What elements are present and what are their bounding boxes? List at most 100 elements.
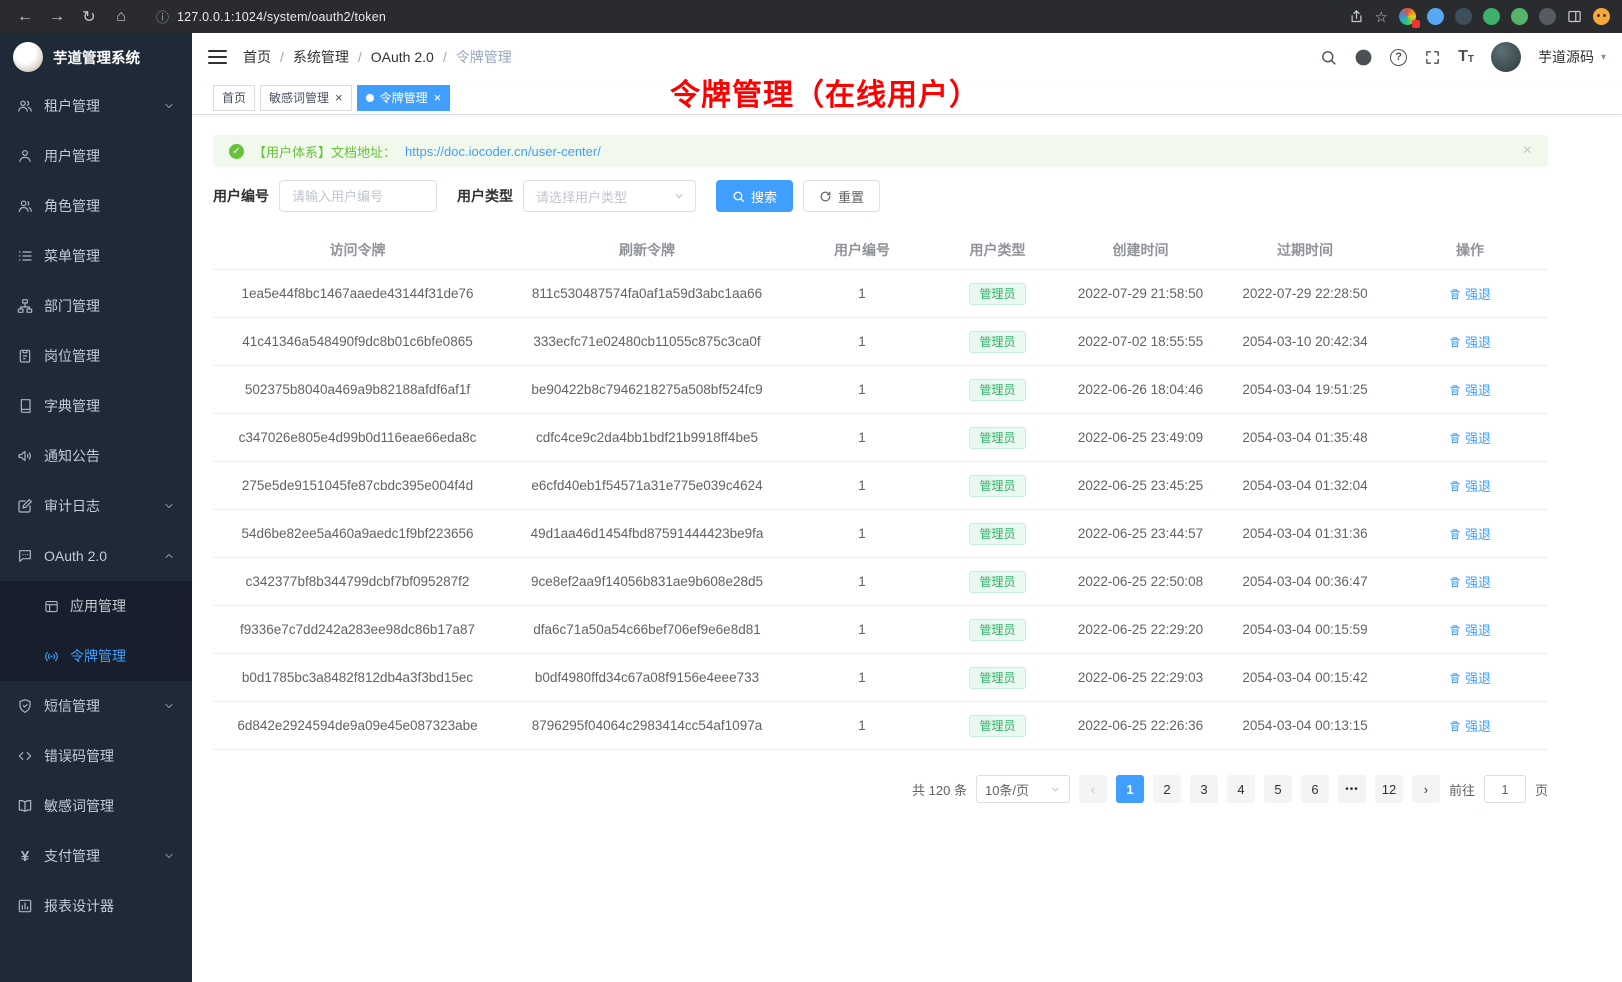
page-button-1[interactable]: 1: [1116, 775, 1144, 803]
site-info-icon[interactable]: ⓘ: [156, 7, 169, 26]
tab-home[interactable]: 首页: [213, 85, 255, 111]
next-page-button[interactable]: ›: [1412, 775, 1440, 803]
force-logout-button[interactable]: 强退: [1449, 716, 1491, 735]
github-icon[interactable]: [1354, 48, 1373, 67]
sidebar-item-sms[interactable]: 短信管理: [0, 681, 192, 731]
forward-icon[interactable]: →: [44, 4, 70, 30]
breadcrumb-home[interactable]: 首页: [243, 47, 271, 67]
breadcrumb-system[interactable]: 系统管理: [293, 47, 349, 67]
sidebar-item-label: 租户管理: [44, 96, 152, 116]
breadcrumb-oauth[interactable]: OAuth 2.0: [371, 49, 434, 65]
force-logout-button[interactable]: 强退: [1449, 428, 1491, 447]
extension-icon[interactable]: [1483, 8, 1500, 25]
search-button[interactable]: 搜索: [716, 180, 793, 212]
user-id-cell: 1: [792, 478, 932, 493]
tab-label: 令牌管理: [380, 89, 428, 106]
search-small-icon: [732, 190, 745, 203]
sidebar-item-sensitive-words[interactable]: 敏感词管理: [0, 781, 192, 831]
sidebar-item-payment[interactable]: ¥ 支付管理: [0, 831, 192, 881]
bookmark-star-icon[interactable]: ☆: [1375, 8, 1388, 26]
browser-profile-avatar[interactable]: [1593, 8, 1610, 25]
sidebar-item-notice[interactable]: 通知公告: [0, 431, 192, 481]
extension-icon[interactable]: [1455, 8, 1472, 25]
page-size-select[interactable]: 10条/页: [976, 775, 1070, 803]
access-token-cell: c342377bf8b344799dcbf7bf095287f2: [213, 574, 502, 589]
font-size-icon[interactable]: TT: [1458, 49, 1474, 65]
alert-close-icon[interactable]: ×: [1523, 142, 1532, 160]
sidebar-item-user[interactable]: 用户管理: [0, 131, 192, 181]
sidebar-item-menu[interactable]: 菜单管理: [0, 231, 192, 281]
page-button-2[interactable]: 2: [1153, 775, 1181, 803]
tab-token-management[interactable]: 令牌管理 ×: [357, 85, 451, 111]
sidebar-item-app-management[interactable]: 应用管理: [0, 581, 192, 631]
user-type-badge: 管理员: [969, 523, 1025, 545]
sidebar-item-label: 令牌管理: [70, 646, 175, 666]
created-time-cell: 2022-06-26 18:04:46: [1063, 382, 1218, 397]
table-row: 1ea5e44f8bc1467aaede43144f31de76 811c530…: [213, 270, 1548, 318]
prev-page-button[interactable]: ‹: [1079, 775, 1107, 803]
extension-icon[interactable]: [1511, 8, 1528, 25]
close-icon[interactable]: ×: [335, 91, 343, 104]
sidebar-item-report-designer[interactable]: 报表设计器: [0, 881, 192, 931]
chevron-down-icon: [163, 700, 175, 712]
reset-button[interactable]: 重置: [803, 180, 880, 212]
fullscreen-icon[interactable]: [1424, 49, 1441, 66]
page-button-4[interactable]: 4: [1227, 775, 1255, 803]
close-icon[interactable]: ×: [434, 91, 442, 104]
page-button-12[interactable]: 12: [1375, 775, 1403, 803]
search-icon[interactable]: [1320, 49, 1337, 66]
force-logout-button[interactable]: 强退: [1449, 668, 1491, 687]
access-token-cell: 275e5de9151045fe87cbdc395e004f4d: [213, 478, 502, 493]
doc-link[interactable]: https://doc.iocoder.cn/user-center/: [405, 144, 601, 159]
force-logout-button[interactable]: 强退: [1449, 332, 1491, 351]
tab-sensitive-words[interactable]: 敏感词管理 ×: [260, 85, 352, 111]
user-id-input[interactable]: [279, 180, 437, 212]
sidebar-toggle-icon[interactable]: [208, 50, 227, 64]
user-id-cell: 1: [792, 526, 932, 541]
sidebar-item-department[interactable]: 部门管理: [0, 281, 192, 331]
user-menu-caret-icon[interactable]: ▾: [1601, 52, 1606, 63]
force-logout-button[interactable]: 强退: [1449, 524, 1491, 543]
sidebar-item-dict[interactable]: 字典管理: [0, 381, 192, 431]
back-icon[interactable]: ←: [12, 4, 38, 30]
sidebar-item-role[interactable]: 角色管理: [0, 181, 192, 231]
force-logout-button[interactable]: 强退: [1449, 572, 1491, 591]
total-count: 共 120 条: [912, 780, 967, 799]
address-bar[interactable]: ⓘ 127.0.0.1:1024/system/oauth2/token: [146, 4, 1337, 30]
sidebar-item-post[interactable]: 岗位管理: [0, 331, 192, 381]
sidebar-item-oauth[interactable]: OAuth 2.0: [0, 531, 192, 581]
extension-icon[interactable]: [1399, 8, 1416, 25]
sidebar-item-audit-log[interactable]: 审计日志: [0, 481, 192, 531]
user-type-select[interactable]: 请选择用户类型: [523, 180, 696, 212]
home-icon[interactable]: ⌂: [108, 4, 134, 30]
user-icon: [17, 148, 33, 164]
help-icon[interactable]: ?: [1390, 49, 1407, 66]
goto-page-input[interactable]: [1484, 775, 1526, 803]
share-icon[interactable]: [1349, 9, 1364, 24]
report-chart-icon: [17, 898, 33, 914]
user-avatar[interactable]: [1491, 42, 1521, 72]
filter-form: 用户编号 用户类型 请选择用户类型 搜索 重置: [213, 180, 1548, 212]
more-pages-button[interactable]: •••: [1338, 775, 1366, 803]
select-caret-icon: [1050, 784, 1061, 795]
page-button-5[interactable]: 5: [1264, 775, 1292, 803]
force-logout-button[interactable]: 强退: [1449, 620, 1491, 639]
user-id-cell: 1: [792, 430, 932, 445]
force-logout-button[interactable]: 强退: [1449, 284, 1491, 303]
access-token-cell: 1ea5e44f8bc1467aaede43144f31de76: [213, 286, 502, 301]
split-screen-icon[interactable]: [1567, 9, 1582, 24]
username[interactable]: 芋道源码: [1538, 47, 1594, 67]
sidebar-item-error-code[interactable]: 错误码管理: [0, 731, 192, 781]
extension-icon[interactable]: [1539, 8, 1556, 25]
reload-icon[interactable]: ↻: [76, 4, 102, 30]
sidebar-item-label: 报表设计器: [44, 896, 175, 916]
page-button-3[interactable]: 3: [1190, 775, 1218, 803]
force-logout-button[interactable]: 强退: [1449, 476, 1491, 495]
extension-icon[interactable]: [1427, 8, 1444, 25]
app-logo[interactable]: 芋道管理系统: [0, 33, 192, 81]
force-logout-button[interactable]: 强退: [1449, 380, 1491, 399]
column-header: 操作: [1392, 240, 1548, 260]
sidebar-item-token-management[interactable]: 令牌管理: [0, 631, 192, 681]
sidebar-item-tenant[interactable]: 租户管理: [0, 81, 192, 131]
page-button-6[interactable]: 6: [1301, 775, 1329, 803]
